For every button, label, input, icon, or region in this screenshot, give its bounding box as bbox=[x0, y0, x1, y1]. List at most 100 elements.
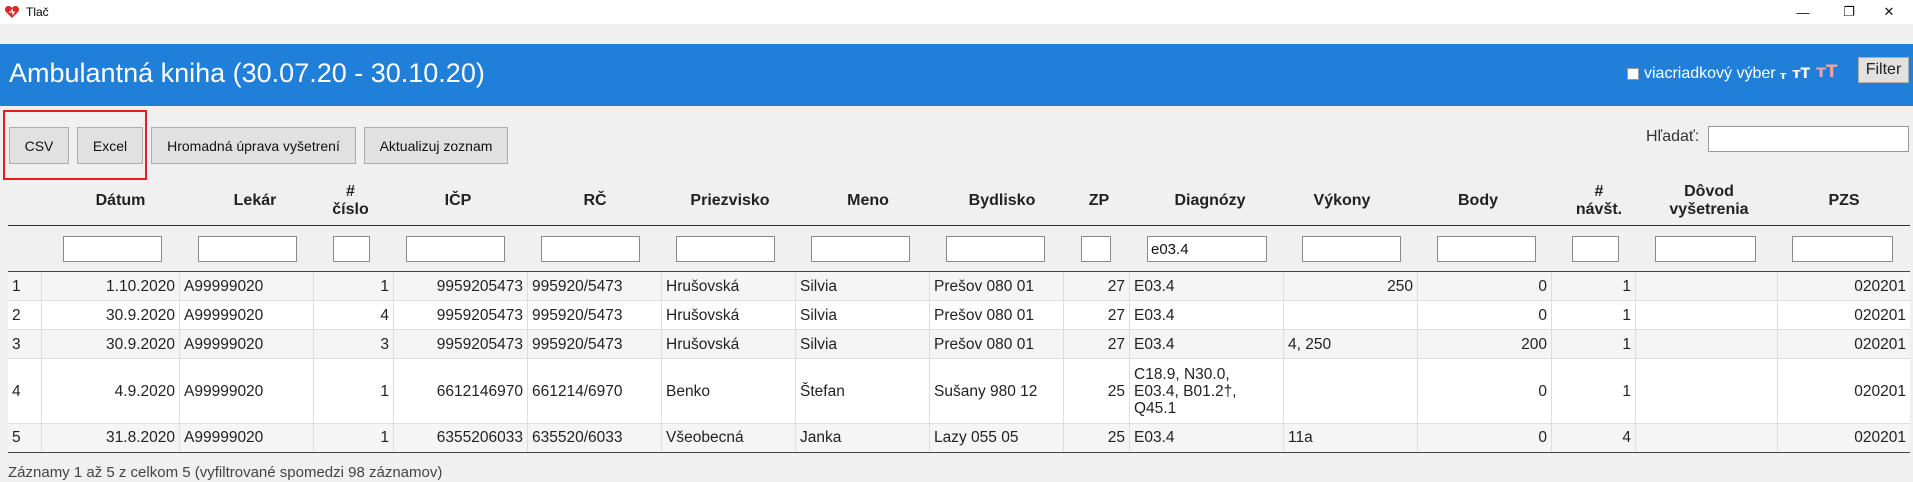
header-cislo-line1: # bbox=[346, 183, 355, 200]
table-row[interactable]: 5 31.8.2020 A99999020 1 6355206033 63552… bbox=[8, 424, 1910, 452]
multiline-checkbox[interactable] bbox=[1627, 68, 1639, 80]
diagnoza-line: E03.4, B01.2†, bbox=[1134, 383, 1237, 400]
row-number: 2 bbox=[8, 301, 42, 330]
cell-icp: 6612146970 bbox=[394, 359, 528, 424]
font-medium-icon[interactable]: тТ bbox=[1792, 67, 1810, 81]
cell-lekar: A99999020 bbox=[180, 272, 314, 301]
cell-bydlisko: Lazy 055 05 bbox=[930, 424, 1064, 452]
cell-navstevy: 1 bbox=[1552, 330, 1636, 359]
cell-bydlisko: Prešov 080 01 bbox=[930, 330, 1064, 359]
cell-vykony: 11a bbox=[1284, 424, 1418, 452]
cell-icp: 9959205473 bbox=[394, 272, 528, 301]
table-row[interactable]: 1 1.10.2020 A99999020 1 9959205473 99592… bbox=[8, 272, 1910, 301]
header-navstevy-line1: # bbox=[1594, 183, 1604, 200]
cell-navstevy: 1 bbox=[1552, 301, 1636, 330]
header-meno[interactable]: Meno bbox=[798, 176, 938, 226]
mass-edit-button[interactable]: Hromadná úprava vyšetrení bbox=[151, 127, 356, 164]
table-row[interactable]: 2 30.9.2020 A99999020 4 9959205473 99592… bbox=[8, 301, 1910, 330]
header-bydlisko[interactable]: Bydlisko bbox=[932, 176, 1072, 226]
cell-rc: 661214/6970 bbox=[528, 359, 662, 424]
filter-diagnozy-input[interactable]: e03.4 bbox=[1147, 236, 1267, 262]
filter-zp-input[interactable] bbox=[1081, 236, 1111, 262]
filter-vykony-input[interactable] bbox=[1302, 236, 1401, 262]
search-label: Hľadať: bbox=[1646, 128, 1700, 145]
filter-rc-input[interactable] bbox=[541, 236, 640, 262]
cell-vykony: 250 bbox=[1284, 272, 1418, 301]
filter-datum-input[interactable] bbox=[63, 236, 162, 262]
cell-navstevy: 4 bbox=[1552, 424, 1636, 452]
minimize-icon[interactable]: — bbox=[1780, 0, 1826, 24]
cell-meno: Silvia bbox=[796, 301, 930, 330]
multiline-select-toggle[interactable]: viacriadkový výber bbox=[1627, 65, 1776, 83]
row-number: 4 bbox=[8, 359, 42, 424]
window-title: Tlač bbox=[26, 5, 49, 19]
cell-diagnozy: C18.9, N30.0, E03.4, B01.2†, Q45.1 bbox=[1130, 359, 1284, 424]
filter-lekar-input[interactable] bbox=[198, 236, 297, 262]
cell-dovod bbox=[1636, 424, 1778, 452]
header-datum[interactable]: Dátum bbox=[38, 176, 203, 226]
cell-diagnozy: E03.4 bbox=[1130, 424, 1284, 452]
cell-vykony bbox=[1284, 359, 1418, 424]
header-cislo-line2: číslo bbox=[332, 201, 369, 218]
header-body[interactable]: Body bbox=[1408, 176, 1548, 226]
font-small-icon[interactable]: т bbox=[1780, 70, 1786, 81]
filter-button[interactable]: Filter bbox=[1858, 57, 1909, 83]
filter-body-input[interactable] bbox=[1437, 236, 1536, 262]
table-row[interactable]: 3 30.9.2020 A99999020 3 9959205473 99592… bbox=[8, 330, 1910, 359]
row-number: 5 bbox=[8, 424, 42, 452]
header-zp[interactable]: ZP bbox=[1064, 176, 1134, 226]
page-header: Ambulantná kniha (30.07.20 - 30.10.20) v… bbox=[0, 44, 1913, 106]
header-pzs[interactable]: PZS bbox=[1778, 176, 1910, 226]
filter-dovod-input[interactable] bbox=[1655, 236, 1756, 262]
filter-icp-input[interactable] bbox=[406, 236, 505, 262]
cell-datum: 31.8.2020 bbox=[42, 424, 180, 452]
cell-icp: 9959205473 bbox=[394, 330, 528, 359]
cell-body: 200 bbox=[1418, 330, 1552, 359]
table-row[interactable]: 4 4.9.2020 A99999020 1 6612146970 661214… bbox=[8, 359, 1910, 424]
cell-meno: Štefan bbox=[796, 359, 930, 424]
cell-zp: 27 bbox=[1064, 301, 1130, 330]
search-input[interactable] bbox=[1708, 126, 1909, 152]
refresh-list-button[interactable]: Aktualizuj zoznam bbox=[364, 127, 508, 164]
cell-icp: 6355206033 bbox=[394, 424, 528, 452]
filter-bydlisko-input[interactable] bbox=[946, 236, 1045, 262]
filter-pzs-input[interactable] bbox=[1792, 236, 1893, 262]
cell-priezvisko: Všeobecná bbox=[662, 424, 796, 452]
header-navstevy[interactable]: # návšt. bbox=[1556, 176, 1642, 226]
font-large-icon[interactable]: тТ bbox=[1816, 64, 1837, 81]
cell-rc: 995920/5473 bbox=[528, 330, 662, 359]
header-priezvisko[interactable]: Priezvisko bbox=[660, 176, 800, 226]
header-rc[interactable]: RČ bbox=[525, 176, 665, 226]
cell-meno: Janka bbox=[796, 424, 930, 452]
cell-icp: 9959205473 bbox=[394, 301, 528, 330]
filter-cislo-input[interactable] bbox=[333, 236, 370, 262]
cell-lekar: A99999020 bbox=[180, 424, 314, 452]
close-icon[interactable]: ✕ bbox=[1866, 0, 1912, 24]
header-divider bbox=[8, 225, 1910, 226]
cell-zp: 27 bbox=[1064, 330, 1130, 359]
filter-priezvisko-input[interactable] bbox=[676, 236, 775, 262]
cell-datum: 30.9.2020 bbox=[42, 330, 180, 359]
diagnoza-line: C18.9, N30.0, bbox=[1134, 366, 1230, 383]
row-number: 1 bbox=[8, 272, 42, 301]
diagnoza-line: Q45.1 bbox=[1134, 400, 1177, 417]
cell-rc: 995920/5473 bbox=[528, 301, 662, 330]
header-diagnozy[interactable]: Diagnózy bbox=[1130, 176, 1290, 226]
cell-dovod bbox=[1636, 301, 1778, 330]
cell-cislo: 4 bbox=[314, 301, 394, 330]
header-vykony[interactable]: Výkony bbox=[1272, 176, 1412, 226]
window-titlebar: Tlač — ❐ ✕ bbox=[0, 0, 1913, 24]
header-dovod[interactable]: Dôvod vyšetrenia bbox=[1636, 176, 1782, 226]
csv-export-button[interactable]: CSV bbox=[9, 127, 69, 164]
row-number: 3 bbox=[8, 330, 42, 359]
header-icp[interactable]: IČP bbox=[388, 176, 528, 226]
header-dovod-line1: Dôvod bbox=[1684, 183, 1734, 200]
filter-navstevy-input[interactable] bbox=[1572, 236, 1619, 262]
header-cislo[interactable]: # číslo bbox=[308, 176, 393, 226]
cell-rc: 635520/6033 bbox=[528, 424, 662, 452]
header-dovod-line2: vyšetrenia bbox=[1669, 201, 1749, 218]
excel-export-button[interactable]: Excel bbox=[77, 127, 143, 164]
cell-pzs: 020201 bbox=[1854, 429, 1906, 446]
cell-diagnozy: E03.4 bbox=[1130, 301, 1284, 330]
filter-meno-input[interactable] bbox=[811, 236, 910, 262]
